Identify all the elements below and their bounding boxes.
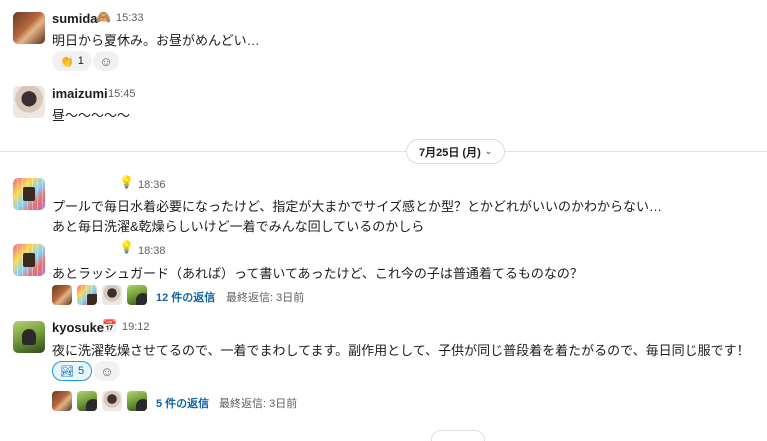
thread-participant-avatar: [52, 285, 72, 305]
thread-participant-avatar: [102, 391, 122, 411]
message-text-line: プールで毎日水着必要になったけど、指定が大まかでサイズ感とか型？とかどれがいいの…: [52, 199, 662, 214]
thread-last-reply: 最終返信: 3日前: [219, 398, 298, 410]
avatar[interactable]: [13, 178, 45, 210]
message-text-line: あと毎日洗濯&乾燥らしいけど一着でみんな回しているのかしら: [52, 219, 425, 234]
thread-replies-link[interactable]: 12 件の返信: [156, 289, 215, 305]
thread-participant-avatar: [102, 285, 122, 305]
author-name[interactable]: imaizumi: [52, 86, 108, 101]
message-text: 明日から夏休み。お昼がめんどい…: [52, 33, 260, 48]
avatar[interactable]: [13, 244, 45, 276]
thread-participant-avatar: [127, 285, 147, 305]
chevron-down-icon: ⌄: [484, 146, 493, 156]
author-name[interactable]: sumida: [52, 11, 98, 26]
reaction-emoji-icon: 🏞: [60, 365, 74, 378]
reaction-button[interactable]: 👏 1: [52, 51, 92, 71]
timestamp[interactable]: 15:45: [108, 88, 136, 100]
thread-participant-avatar: [127, 391, 147, 411]
message-text: 夜に洗濯乾燥させてるので、一着でまわしてます。副作用として、子供が同じ普段着を着…: [52, 343, 750, 358]
calendar-icon: 📅: [102, 319, 117, 333]
date-divider-line: [0, 151, 767, 152]
lightbulb-icon: 💡: [119, 175, 134, 189]
next-date-divider[interactable]: [431, 430, 485, 441]
date-divider-label: 7月25日 (月): [419, 146, 481, 159]
thread-last-reply: 最終返信: 3日前: [226, 292, 305, 304]
add-reaction-icon: ☺: [99, 53, 113, 69]
reaction-emoji-icon: 👏: [60, 55, 74, 68]
thread-participant-avatar: [77, 391, 97, 411]
avatar[interactable]: [13, 12, 45, 44]
timestamp[interactable]: 18:38: [138, 245, 166, 257]
timestamp[interactable]: 15:33: [116, 12, 144, 24]
avatar[interactable]: [13, 321, 45, 353]
reaction-count: 5: [77, 365, 85, 377]
timestamp[interactable]: 18:36: [138, 179, 166, 191]
author-name[interactable]: kyosuke: [52, 320, 104, 335]
message-text: 昼〜〜〜〜〜: [52, 108, 131, 123]
thread-participant-avatar: [52, 391, 72, 411]
message-text: あとラッシュガード（あれば）って書いてあったけど、これ今の子は普通着てるものなの…: [52, 266, 583, 281]
add-reaction-button[interactable]: ☺: [94, 361, 120, 381]
thread-participant-avatar: [77, 285, 97, 305]
date-divider-button[interactable]: 7月25日 (月) ⌄: [406, 139, 506, 164]
reaction-button[interactable]: 🏞 5: [52, 361, 93, 381]
timestamp[interactable]: 19:12: [122, 321, 150, 333]
avatar[interactable]: [13, 86, 45, 118]
lightbulb-icon: 💡: [119, 240, 134, 254]
status-emoji-icon: 🙈: [96, 10, 111, 24]
add-reaction-icon: ☺: [100, 363, 114, 379]
thread-replies-link[interactable]: 5 件の返信: [156, 395, 209, 411]
reaction-count: 1: [77, 55, 84, 67]
add-reaction-button[interactable]: ☺: [93, 51, 119, 71]
